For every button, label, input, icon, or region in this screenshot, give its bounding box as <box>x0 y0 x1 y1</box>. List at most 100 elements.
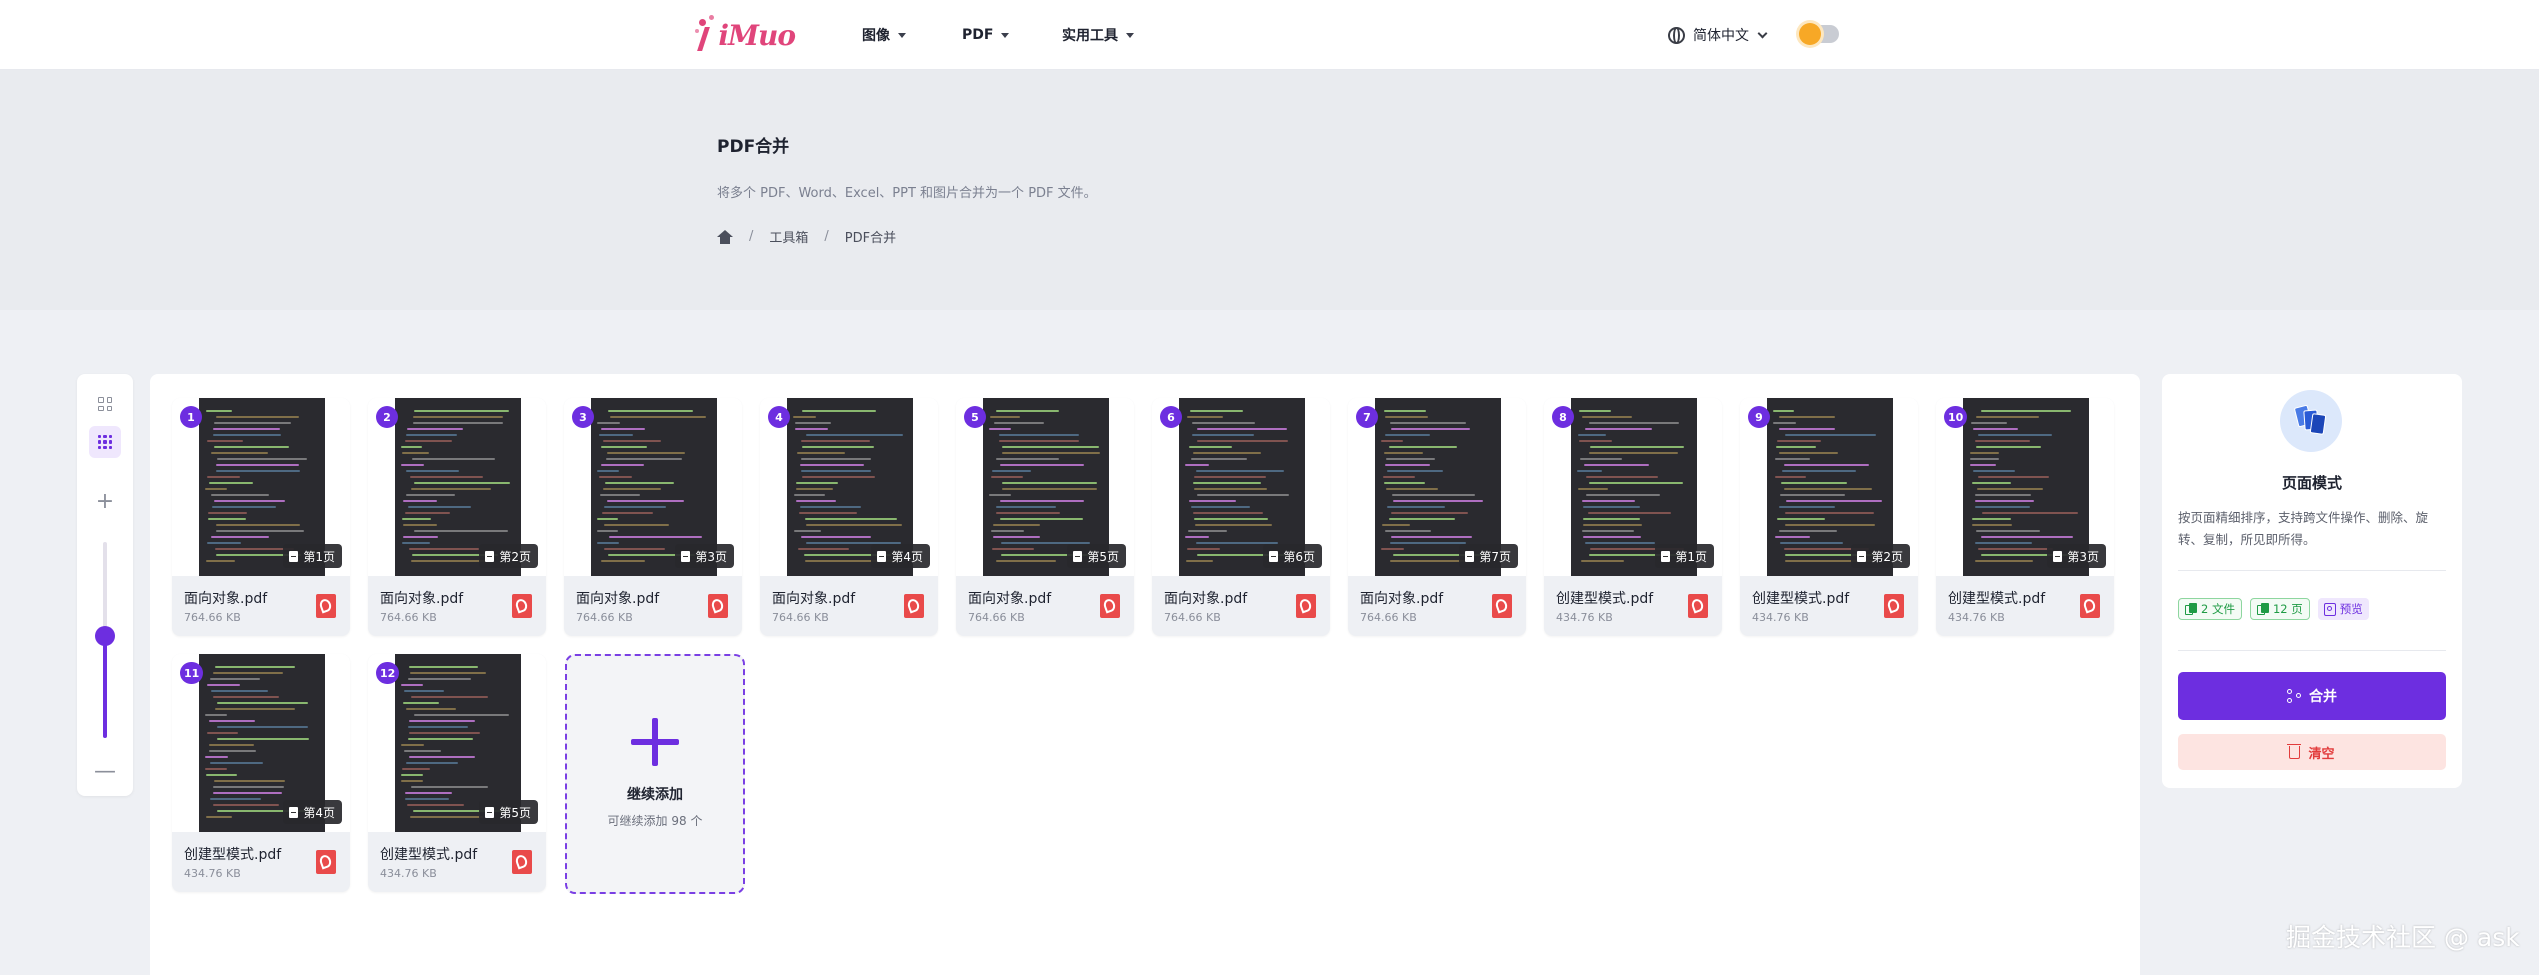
merge-side-panel: 页面模式 按页面精细排序，支持跨文件操作、删除、旋转、复制，所见即所得。 2 文… <box>2162 374 2462 788</box>
document-icon <box>2053 550 2063 562</box>
small-grid-view-button[interactable] <box>89 426 121 458</box>
page-number-chip: 第4页 <box>283 800 342 824</box>
file-name: 面向对象.pdf <box>184 591 268 607</box>
chevron-down-icon <box>1757 28 1768 38</box>
page-index-badge: 7 <box>1356 406 1378 428</box>
page-index-badge: 2 <box>376 406 398 428</box>
language-selector[interactable]: 简体中文 <box>1668 0 1768 70</box>
breadcrumb-toolbox[interactable]: 工具箱 <box>769 227 808 246</box>
merge-label: 合并 <box>2309 689 2337 705</box>
preview-button[interactable]: 预览 <box>2317 598 2369 620</box>
document-icon <box>1857 550 1867 562</box>
page-card[interactable]: 2 第2页 面向对象.pdf 764.66 KB <box>368 398 546 636</box>
pdf-file-icon <box>1296 594 1316 618</box>
pdf-file-icon <box>512 850 532 874</box>
clear-label: 清空 <box>2308 746 2335 762</box>
page-number-label: 第6页 <box>1283 549 1315 564</box>
large-grid-view-button[interactable] <box>89 388 121 420</box>
page-card[interactable]: 4 第4页 面向对象.pdf 764.66 KB <box>760 398 938 636</box>
logo-mark-icon <box>695 15 723 55</box>
language-label: 简体中文 <box>1693 28 1749 44</box>
theme-toggle[interactable] <box>1799 23 1839 45</box>
zoom-slider-fill <box>103 636 107 738</box>
view-controls: + — <box>77 374 133 796</box>
page-card[interactable]: 7 第7页 面向对象.pdf 764.66 KB <box>1348 398 1526 636</box>
file-size: 434.76 KB <box>1752 611 1809 624</box>
clear-button[interactable]: 清空 <box>2178 734 2446 770</box>
breadcrumb-separator: / <box>824 229 829 244</box>
pdf-file-icon <box>2080 594 2100 618</box>
page-index-badge: 5 <box>964 406 986 428</box>
document-icon <box>485 806 495 818</box>
file-name: 创建型模式.pdf <box>1752 591 1850 607</box>
breadcrumb: / 工具箱 / PDF合并 <box>717 227 896 246</box>
caret-down-icon <box>1126 32 1134 38</box>
file-name: 面向对象.pdf <box>380 591 464 607</box>
page-number-label: 第4页 <box>891 549 923 564</box>
page-card[interactable]: 1 第1页 面向对象.pdf 764.66 KB <box>172 398 350 636</box>
pages-count-badge: 12 页 <box>2249 598 2310 620</box>
files-count-badge: 2 文件 <box>2178 598 2242 620</box>
page-index-badge: 12 <box>376 662 400 684</box>
page-grid: 1 第1页 面向对象.pdf 764.66 KB 2 第2页面向对象.pdf 764.66 … <box>150 374 2140 975</box>
page-number-chip: 第3页 <box>675 544 734 568</box>
zoom-slider-thumb[interactable] <box>95 626 115 647</box>
add-more-files-button[interactable]: 继续添加 可继续添加 98 个 <box>565 654 745 894</box>
page-card[interactable]: 5 第5页 面向对象.pdf 764.66 KB <box>956 398 1134 636</box>
page-number-label: 第5页 <box>499 805 531 820</box>
page-mode-icon <box>2280 390 2342 452</box>
watermark: 掘金技术社区 @ ask <box>2286 923 2520 952</box>
page-index-badge: 9 <box>1748 406 1770 428</box>
zoom-out-button[interactable]: — <box>93 760 117 784</box>
page-number-chip: 第1页 <box>1655 544 1714 568</box>
caret-down-icon <box>898 32 906 38</box>
nav-menu-pdf[interactable]: PDF <box>962 0 1010 70</box>
page-index-badge: 3 <box>572 406 594 428</box>
document-icon <box>1465 550 1475 562</box>
nav-menu-tools[interactable]: 实用工具 <box>1062 0 1134 70</box>
file-name: 面向对象.pdf <box>576 591 660 607</box>
caret-down-icon <box>1001 32 1010 38</box>
page-number-chip: 第2页 <box>479 544 538 568</box>
zoom-slider[interactable] <box>95 542 115 738</box>
file-size: 434.76 KB <box>184 867 241 880</box>
page-header: PDF合并 将多个 PDF、Word、Excel、PPT 和图片合并为一个 PD… <box>0 70 2539 310</box>
page-card[interactable]: 3 第3页面向对象.pdf 764.66 KB <box>564 398 742 636</box>
pdf-file-icon <box>1100 594 1120 618</box>
file-size: 764.66 KB <box>772 611 829 624</box>
page-number-chip: 第5页 <box>1067 544 1126 568</box>
page-card[interactable]: 11 第4页 创建型模式.pdf 434.76 KB <box>172 654 350 892</box>
page-number-chip: 第7页 <box>1459 544 1518 568</box>
page-number-label: 第1页 <box>1675 549 1707 564</box>
zoom-in-button[interactable]: + <box>93 490 117 514</box>
nav-menu-image[interactable]: 图像 <box>862 0 906 70</box>
logo-text: iMuo <box>718 18 796 52</box>
page-card[interactable]: 6 第6页 面向对象.pdf 764.66 KB <box>1152 398 1330 636</box>
file-name: 面向对象.pdf <box>1360 591 1444 607</box>
site-logo[interactable]: iMuo <box>695 8 796 62</box>
breadcrumb-current: PDF合并 <box>844 231 897 246</box>
file-size: 434.76 KB <box>380 867 437 880</box>
breadcrumb-separator: / <box>749 229 754 244</box>
pdf-file-icon <box>316 594 336 618</box>
preview-icon <box>2323 602 2336 616</box>
document-icon <box>1073 550 1083 562</box>
file-name: 创建型模式.pdf <box>380 847 478 863</box>
home-icon[interactable] <box>717 229 733 244</box>
page-card[interactable]: 9 第2页 创建型模式.pdf 434.76 KB <box>1740 398 1918 636</box>
document-icon <box>1661 550 1671 562</box>
file-size: 764.66 KB <box>968 611 1025 624</box>
document-icon <box>289 550 299 562</box>
merge-button[interactable]: 合并 <box>2178 672 2446 720</box>
add-more-remaining: 可继续添加 98 个 <box>607 814 703 828</box>
nav-menu-tools-label: 实用工具 <box>1062 28 1118 44</box>
page-card[interactable]: 8 第1页 创建型模式.pdf 434.76 KB <box>1544 398 1722 636</box>
file-name: 创建型模式.pdf <box>1556 591 1654 607</box>
page-index-badge: 6 <box>1160 406 1182 428</box>
page-card[interactable]: 12 第5页创建型模式.pdf 434.76 KB <box>368 654 546 892</box>
file-size: 764.66 KB <box>576 611 633 624</box>
page-card[interactable]: 10 第3页 创建型模式.pdf 434.76 KB <box>1936 398 2114 636</box>
file-name: 面向对象.pdf <box>772 591 856 607</box>
preview-label: 预览 <box>2339 602 2363 616</box>
file-size: 434.76 KB <box>1948 611 2005 624</box>
